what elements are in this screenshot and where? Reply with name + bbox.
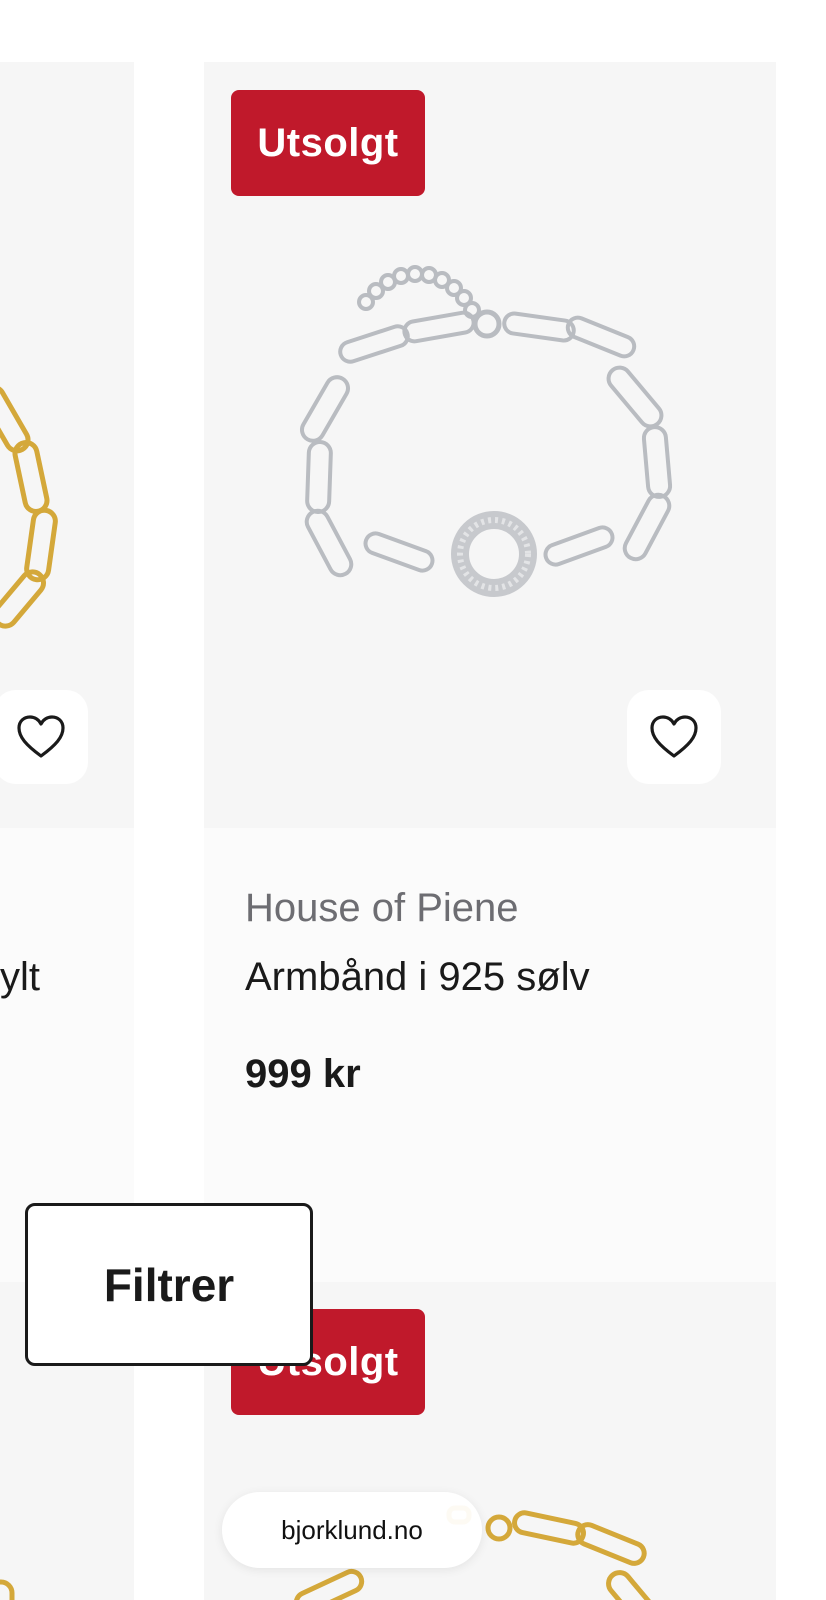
product-card-image-left[interactable] bbox=[0, 62, 134, 828]
page-right-margin bbox=[776, 0, 826, 1600]
product-brand[interactable]: House of Piene bbox=[245, 886, 519, 931]
favorite-button[interactable] bbox=[627, 690, 721, 784]
product-card-image[interactable]: Utsolgt bbox=[204, 62, 776, 828]
product-name-left-fragment[interactable]: ylt bbox=[0, 955, 40, 1000]
browser-domain-pill[interactable]: bjorklund.no bbox=[222, 1492, 482, 1568]
heart-outline-icon bbox=[17, 715, 65, 758]
heart-outline-icon bbox=[650, 715, 698, 758]
filter-button[interactable]: Filtrer bbox=[25, 1203, 313, 1366]
product-price: 999 kr bbox=[245, 1052, 361, 1096]
product-name[interactable]: Armbånd i 925 sølv bbox=[245, 955, 590, 1000]
favorite-button-left[interactable] bbox=[0, 690, 88, 784]
page-top-spacer bbox=[0, 0, 826, 62]
